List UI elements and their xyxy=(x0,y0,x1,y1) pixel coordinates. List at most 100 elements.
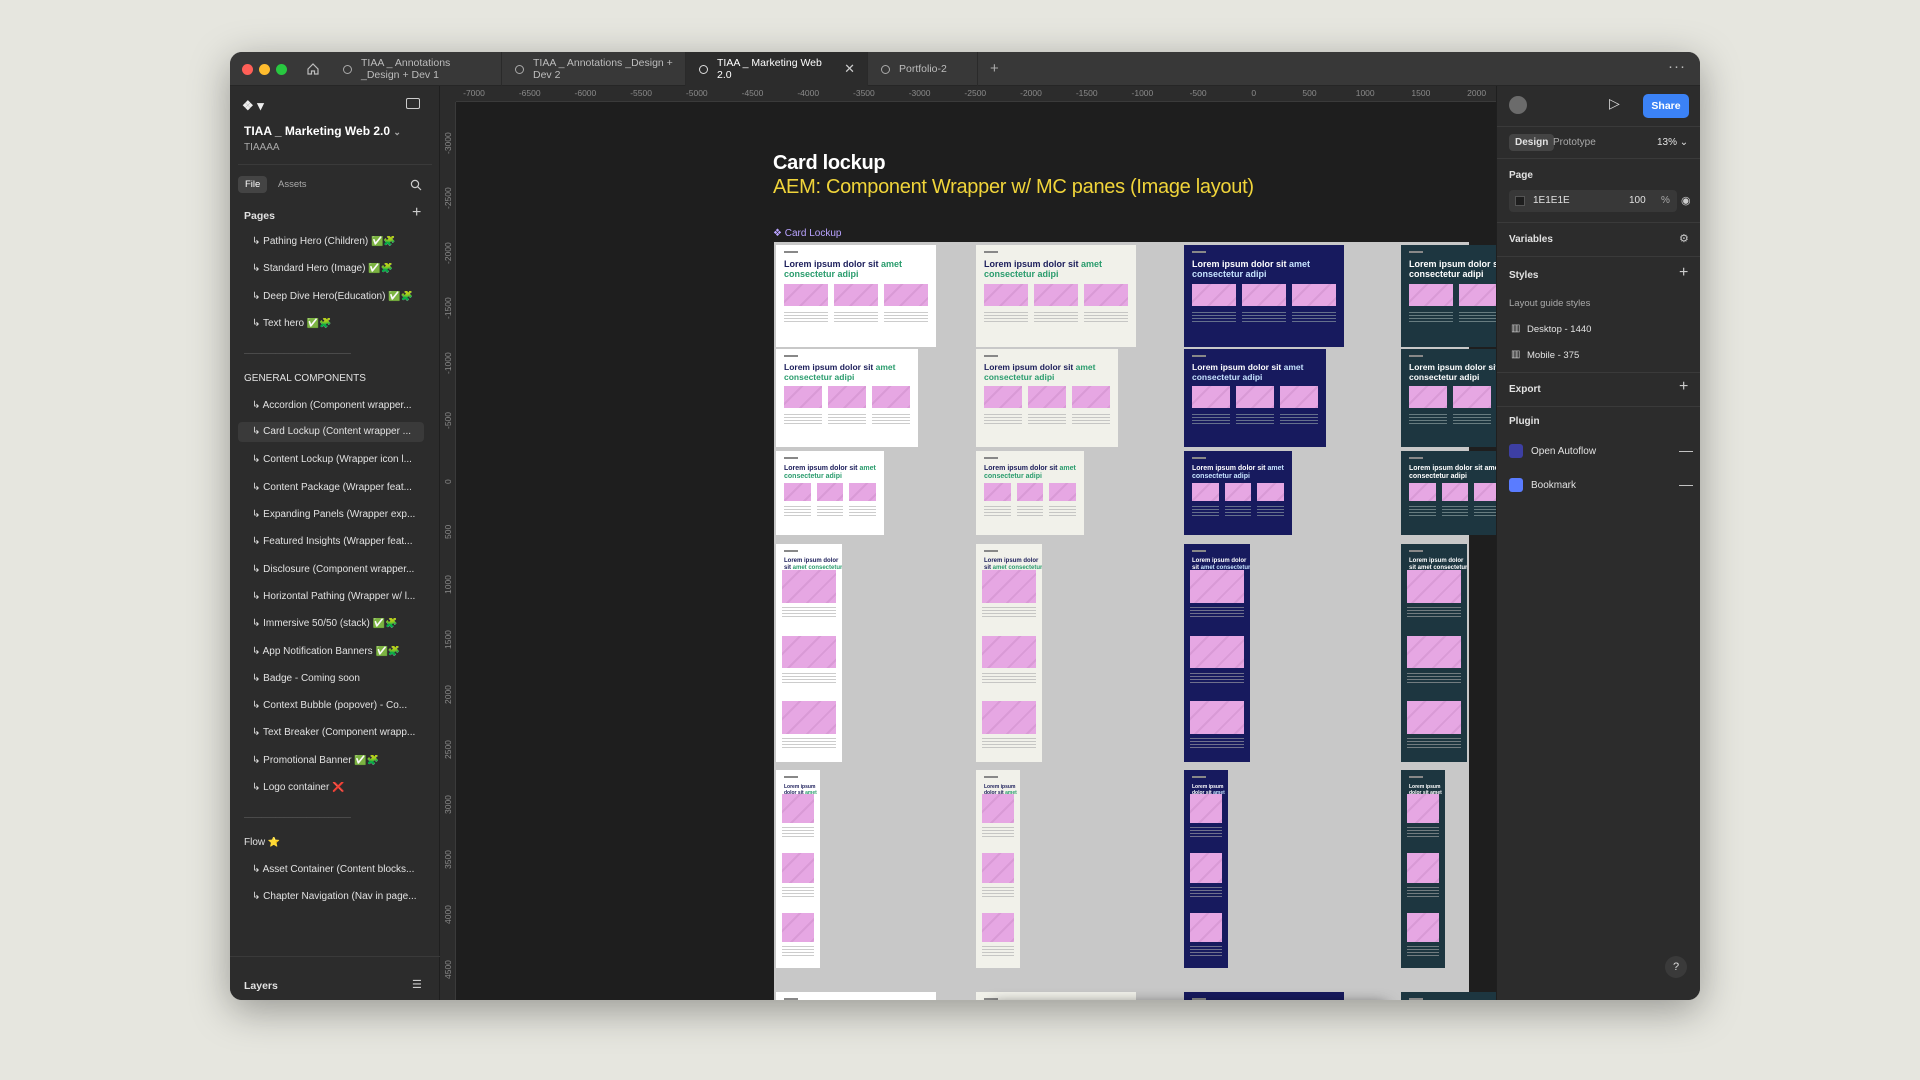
card-body-text xyxy=(782,946,814,959)
zoom-level[interactable]: 13% ⌄ xyxy=(1657,137,1688,148)
card-lockup-variant[interactable]: Lorem ipsum dolor sit amet consectetur a… xyxy=(776,770,820,968)
style-mobile[interactable]: Mobile - 375 xyxy=(1527,350,1579,361)
search-icon[interactable] xyxy=(410,178,422,196)
close-window-button[interactable] xyxy=(242,64,253,75)
page-color-value[interactable]: 1E1E1E xyxy=(1533,195,1570,206)
page-item[interactable]: ↳ Promotional Banner ✅🧩 xyxy=(252,755,462,766)
page-item[interactable]: ↳ Disclosure (Component wrapper... xyxy=(252,564,462,575)
card-lockup-variant[interactable]: Lorem ipsum dolor sit amet consectetur a… xyxy=(776,349,918,447)
add-style-icon[interactable]: + xyxy=(1679,264,1688,282)
card-body-text xyxy=(1453,413,1491,426)
play-icon[interactable]: ▷ xyxy=(1609,95,1620,112)
card-lockup-variant[interactable]: Lorem ipsum dolor sit amet consectetur a… xyxy=(1184,992,1344,1000)
assets-tab[interactable]: Assets xyxy=(278,179,307,190)
canvas[interactable]: Card lockup AEM: Component Wrapper w/ MC… xyxy=(456,102,1496,1000)
page-item[interactable]: ↳ App Notification Banners ✅🧩 xyxy=(252,646,462,657)
card-lockup-variant[interactable]: Lorem ipsum dolor sit amet consectetur a… xyxy=(1184,245,1344,347)
card-lockup-variant[interactable]: Lorem ipsum dolor sit amet consectetur a… xyxy=(1401,770,1445,968)
card-lockup-variant[interactable]: Lorem ipsum dolor sit amet consectetur a… xyxy=(1184,451,1292,535)
page-opacity-value[interactable]: 100 xyxy=(1629,195,1646,206)
page-item[interactable]: ↳ Context Bubble (popover) - Co... xyxy=(252,700,462,711)
add-page-icon[interactable]: + xyxy=(412,204,421,222)
tab-annotations-1[interactable]: TIAA _ Annotations _Design + Dev 1 xyxy=(330,52,502,86)
variables-heading[interactable]: Variables xyxy=(1509,234,1553,245)
tab-annotations-2[interactable]: TIAA _ Annotations _Design + Dev 2 xyxy=(502,52,686,86)
card-lockup-variant[interactable]: Lorem ipsum dolor sit amet consectetur a… xyxy=(976,992,1136,1000)
home-icon[interactable] xyxy=(306,62,320,81)
remove-plugin-icon[interactable]: — xyxy=(1679,476,1693,492)
file-name[interactable]: TIAA _ Marketing Web 2.0 ⌄ xyxy=(244,124,454,138)
close-tab-icon[interactable]: ✕ xyxy=(844,61,855,77)
page-item[interactable]: ↳ Horizontal Pathing (Wrapper w/ l... xyxy=(252,591,462,602)
page-item[interactable]: ↳ Chapter Navigation (Nav in page... xyxy=(252,891,462,902)
tab-portfolio[interactable]: Portfolio-2 xyxy=(868,52,978,86)
page-section-label[interactable]: GENERAL COMPONENTS xyxy=(244,373,454,384)
style-desktop[interactable]: Desktop - 1440 xyxy=(1527,324,1591,335)
canvas-subtitle[interactable]: AEM: Component Wrapper w/ MC panes (Imag… xyxy=(773,176,1254,199)
plugin-autoflow[interactable]: Open Autoflow xyxy=(1531,446,1596,457)
sidebar-toggle-icon[interactable] xyxy=(406,98,420,109)
new-tab-icon[interactable]: + xyxy=(990,60,999,77)
layers-list-icon[interactable]: ☰ xyxy=(412,978,422,991)
tab-marketing-web[interactable]: TIAA _ Marketing Web 2.0 ✕ xyxy=(686,52,868,86)
minimize-window-button[interactable] xyxy=(259,64,270,75)
variables-icon[interactable]: ⚙ xyxy=(1679,232,1689,245)
eye-icon[interactable]: ◉ xyxy=(1681,194,1691,207)
page-item[interactable]: ↳ Deep Dive Hero(Education) ✅🧩 xyxy=(252,291,462,302)
page-item[interactable]: ↳ Text Breaker (Component wrapp... xyxy=(252,727,462,738)
avatar[interactable] xyxy=(1509,96,1527,114)
add-export-icon[interactable]: + xyxy=(1679,378,1688,396)
page-item[interactable]: ↳ Asset Container (Content blocks... xyxy=(252,864,462,875)
remove-plugin-icon[interactable]: — xyxy=(1679,442,1693,458)
page-item[interactable]: ↳ Pathing Hero (Children) ✅🧩 xyxy=(252,236,462,247)
file-tab[interactable]: File xyxy=(238,176,268,193)
card-lockup-variant[interactable]: Lorem ipsum dolor sit amet consectetur a… xyxy=(1184,349,1326,447)
card-lockup-variant[interactable]: Lorem ipsum dolor sit amet consectetur a… xyxy=(1401,349,1496,447)
plugin-bookmark[interactable]: Bookmark xyxy=(1531,480,1576,491)
page-section-label[interactable]: Flow ⭐ xyxy=(244,837,454,848)
page-item[interactable]: ↳ Immersive 50/50 (stack) ✅🧩 xyxy=(252,618,462,629)
card-lockup-variant[interactable]: Lorem ipsum dolor sit amet consectetur a… xyxy=(776,451,884,535)
figma-menu-icon[interactable]: ❖ ▾ xyxy=(242,98,264,114)
card-lockup-variant[interactable]: Lorem ipsum dolor sit amet consectetur a… xyxy=(976,770,1020,968)
team-name[interactable]: TIAAAA xyxy=(244,142,454,153)
card-body-text xyxy=(1072,413,1110,426)
page-item[interactable]: ↳ Accordion (Component wrapper... xyxy=(252,400,462,411)
card-lockup-variant[interactable]: Lorem ipsum dolor sit amet consectetur a… xyxy=(976,544,1042,762)
prototype-tab[interactable]: Prototype xyxy=(1553,137,1596,148)
card-lockup-variant[interactable]: Lorem ipsum dolor sit amet consectetur a… xyxy=(976,451,1084,535)
card-lockup-variant[interactable]: Lorem ipsum dolor sit amet consectetur a… xyxy=(1401,451,1496,535)
ruler-tick-label: -3500 xyxy=(853,88,875,98)
maximize-window-button[interactable] xyxy=(276,64,287,75)
card-lockup-variant[interactable]: Lorem ipsum dolor sit amet consectetur a… xyxy=(776,544,842,762)
card-body-text xyxy=(1474,506,1496,519)
design-tab[interactable]: Design xyxy=(1509,134,1555,151)
card-lockup-variant[interactable]: Lorem ipsum dolor sit amet consectetur a… xyxy=(1184,544,1250,762)
page-item[interactable]: ↳ Badge - Coming soon xyxy=(252,673,462,684)
card-lockup-variant[interactable]: Lorem ipsum dolor sit amet consectetur a… xyxy=(976,349,1118,447)
canvas-title[interactable]: Card lockup xyxy=(773,152,886,175)
page-item[interactable]: ↳ Standard Hero (Image) ✅🧩 xyxy=(252,263,462,274)
page-item[interactable]: ↳ Text hero ✅🧩 xyxy=(252,318,462,329)
page-color-field[interactable]: 1E1E1E 100 % xyxy=(1509,190,1677,212)
frame-label[interactable]: ❖ Card Lockup xyxy=(773,228,841,239)
more-options-icon[interactable]: ··· xyxy=(1668,58,1686,75)
card-body-text xyxy=(1409,312,1453,325)
page-item[interactable]: ↳ Card Lockup (Content wrapper ... xyxy=(238,422,424,443)
help-button[interactable]: ? xyxy=(1665,956,1687,978)
card-lockup-variant[interactable]: Lorem ipsum dolor sit amet consectetur a… xyxy=(1401,544,1467,762)
card-lockup-variant[interactable]: Lorem ipsum dolor sit amet consectetur a… xyxy=(776,245,936,347)
page-item[interactable]: ↳ Logo container ❌ xyxy=(252,782,462,793)
card-body-text xyxy=(1190,827,1222,840)
page-item[interactable]: ↳ Content Lockup (Wrapper icon l... xyxy=(252,454,462,465)
card-lockup-variant[interactable]: Lorem ipsum dolor sit amet consectetur a… xyxy=(1401,992,1496,1000)
page-item[interactable]: ↳ Featured Insights (Wrapper feat... xyxy=(252,536,462,547)
card-lockup-variant[interactable]: Lorem ipsum dolor sit amet consectetur a… xyxy=(976,245,1136,347)
card-image-placeholder xyxy=(872,386,910,408)
share-button[interactable]: Share xyxy=(1643,94,1689,118)
card-lockup-variant[interactable]: Lorem ipsum dolor sit amet consectetur a… xyxy=(1401,245,1496,347)
page-item[interactable]: ↳ Expanding Panels (Wrapper exp... xyxy=(252,509,462,520)
card-lockup-variant[interactable]: Lorem ipsum dolor sit amet consectetur a… xyxy=(776,992,936,1000)
page-item[interactable]: ↳ Content Package (Wrapper feat... xyxy=(252,482,462,493)
card-lockup-variant[interactable]: Lorem ipsum dolor sit amet consectetur a… xyxy=(1184,770,1228,968)
